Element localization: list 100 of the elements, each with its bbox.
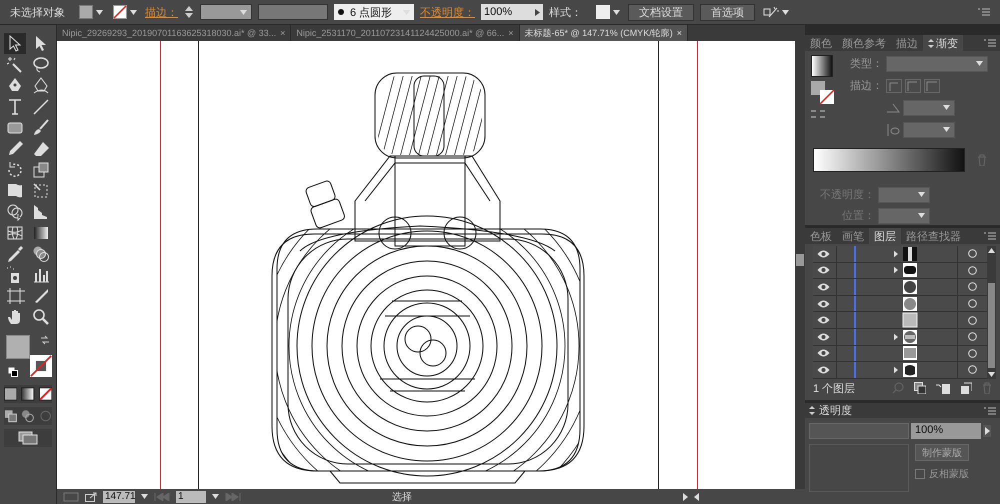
aspect-ratio-icon: [886, 124, 900, 136]
document-setup-button[interactable]: 文档设置: [628, 4, 694, 20]
gradient-preview-swatch[interactable]: [811, 55, 833, 77]
make-mask-button[interactable]: 制作蒙版: [915, 444, 969, 461]
eye-icon[interactable]: [817, 316, 830, 324]
preferences-button[interactable]: 首选项: [700, 4, 755, 20]
no-stroke-swatch-icon[interactable]: [30, 355, 52, 377]
fill-stroke-swatch-icon[interactable]: [811, 81, 835, 105]
panel-tab[interactable]: 颜色: [805, 35, 837, 51]
page-number-field[interactable]: 1: [176, 490, 206, 502]
eye-icon[interactable]: [817, 282, 830, 291]
layer-row[interactable]: [813, 279, 987, 296]
panel-tab[interactable]: 路径查找器: [901, 228, 966, 244]
stop-opacity-field[interactable]: [878, 186, 930, 202]
eye-icon[interactable]: [817, 366, 830, 374]
scrollbar-thumb[interactable]: [796, 254, 804, 266]
curvature-pen-icon: [31, 76, 51, 96]
expand-triangle-icon[interactable]: [894, 250, 898, 258]
invert-mask-checkbox[interactable]: [915, 469, 925, 479]
target-circle-icon[interactable]: [968, 249, 977, 258]
opacity-field[interactable]: 100%: [911, 423, 981, 439]
eye-icon[interactable]: [817, 250, 830, 258]
none-mode-icon[interactable]: [38, 387, 52, 401]
stroke-weight-field[interactable]: [200, 4, 252, 20]
expand-triangle-icon[interactable]: [894, 266, 898, 274]
target-circle-icon[interactable]: [968, 365, 977, 374]
panel-tab[interactable]: 画笔: [837, 228, 869, 244]
layer-row[interactable]: [813, 346, 987, 362]
expand-triangle-icon[interactable]: [894, 366, 898, 374]
panel-tab[interactable]: 图层: [869, 228, 901, 244]
angle-field[interactable]: [903, 100, 955, 116]
layer-count-text: 1 个图层: [813, 382, 856, 396]
stroke-within-icon[interactable]: [886, 78, 902, 92]
caret-icon: [918, 192, 925, 197]
layer-row[interactable]: [813, 328, 987, 346]
close-tab-button[interactable]: ×: [280, 28, 286, 38]
target-circle-icon[interactable]: [968, 316, 977, 325]
stroke-along-icon[interactable]: [905, 78, 921, 92]
zoom-level-field[interactable]: 147.71: [103, 490, 135, 502]
draw-behind-icon[interactable]: [21, 409, 35, 423]
fill-swatch-button[interactable]: [77, 3, 105, 21]
layer-row[interactable]: [813, 296, 987, 312]
eye-icon[interactable]: [817, 266, 830, 274]
layers-scrollbar[interactable]: [987, 246, 996, 379]
target-circle-icon[interactable]: [968, 266, 977, 275]
eye-icon[interactable]: [817, 349, 830, 358]
caret-icon: [943, 127, 950, 132]
eyedropper-icon: [5, 244, 25, 264]
panel-tab[interactable]: 渐变: [923, 35, 963, 51]
panel-tab[interactable]: 透明度: [819, 403, 852, 418]
panel-tab[interactable]: 颜色参考: [837, 35, 891, 51]
draw-normal-icon[interactable]: [4, 409, 18, 423]
target-circle-icon[interactable]: [968, 282, 977, 292]
panel-menu-icon: [984, 406, 996, 414]
brush-field[interactable]: 6 点圆形: [334, 4, 414, 20]
opacity-field[interactable]: 100%: [481, 4, 543, 20]
layer-row[interactable]: [813, 246, 987, 263]
close-tab-button[interactable]: ×: [676, 28, 682, 38]
scrollbar-thumb[interactable]: [988, 283, 995, 368]
layer-row[interactable]: [813, 312, 987, 329]
eye-icon[interactable]: [817, 332, 830, 341]
vertical-scrollbar[interactable]: [795, 41, 805, 489]
variable-width-field[interactable]: [258, 4, 328, 20]
style-swatch-button[interactable]: [594, 3, 622, 21]
clipping-mask-icon[interactable]: [914, 382, 926, 394]
stroke-label-link[interactable]: 描边：: [145, 4, 178, 20]
target-circle-icon[interactable]: [968, 332, 977, 342]
caret-right-icon: [535, 8, 540, 16]
document-tab[interactable]: 未标题-65* @ 147.71% (CMYK/轮廓) ×: [520, 25, 688, 41]
fill-color-swatch[interactable]: [6, 335, 30, 359]
reverse-gradient-icon: [811, 109, 825, 119]
opacity-label-link[interactable]: 不透明度：: [420, 4, 475, 20]
target-circle-icon[interactable]: [968, 299, 977, 308]
stroke-swatch-button[interactable]: [111, 3, 139, 21]
expand-triangle-icon[interactable]: [894, 332, 898, 341]
current-tool-status[interactable]: 选择: [392, 490, 677, 504]
wand-sparkle-icon: [763, 6, 779, 18]
aspect-ratio-field[interactable]: [903, 122, 955, 138]
new-sublayer-icon[interactable]: [936, 382, 950, 394]
color-mode-icon[interactable]: [4, 387, 18, 401]
panel-tab[interactable]: 描边: [891, 35, 923, 51]
screen-mode-icon[interactable]: [18, 431, 38, 445]
gradient-mode-icon[interactable]: [21, 387, 35, 401]
layer-thumbnail-icon: [902, 278, 918, 295]
layer-row[interactable]: [813, 362, 987, 379]
selection-arrow-tool[interactable]: [4, 33, 26, 54]
panel-tab[interactable]: 色板: [805, 228, 837, 244]
target-circle-icon[interactable]: [968, 348, 977, 358]
close-tab-button[interactable]: ×: [508, 28, 514, 38]
new-layer-icon[interactable]: [960, 382, 972, 394]
stop-location-field[interactable]: [878, 208, 930, 224]
scroll-up-icon: [988, 248, 995, 253]
artboard-tool[interactable]: [4, 285, 26, 306]
eye-icon[interactable]: [817, 300, 830, 308]
layer-row[interactable]: [813, 262, 987, 280]
artboard-icon: [5, 286, 25, 306]
stroke-across-icon[interactable]: [924, 78, 940, 92]
caret-icon: [240, 10, 247, 14]
arrange-documents-button[interactable]: [761, 4, 791, 20]
style-label: 样式：: [549, 6, 582, 20]
